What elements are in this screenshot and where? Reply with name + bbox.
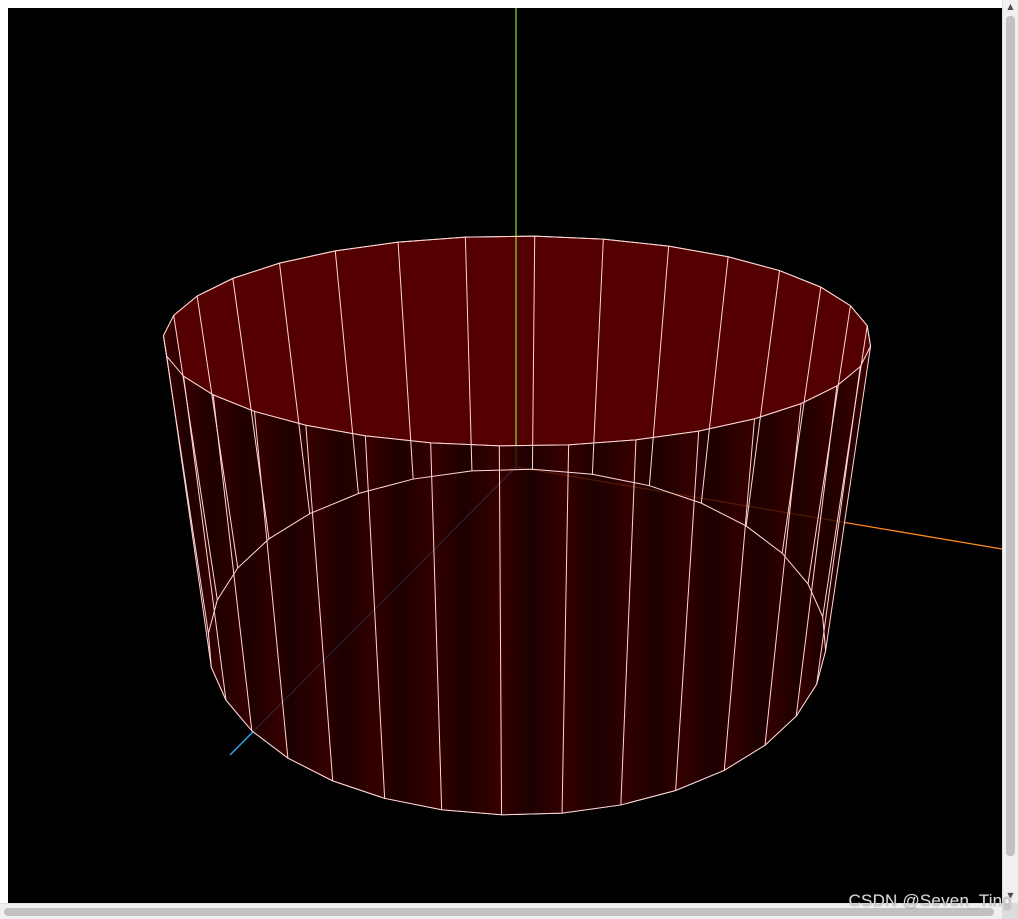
scroll-up-arrow[interactable]: ▲	[1003, 0, 1018, 14]
cylinder-scene	[162, 8, 1002, 816]
watermark: CSDN @Seven_Ting	[848, 891, 1012, 910]
front-wall-face	[430, 442, 502, 815]
vertical-scroll-thumb[interactable]	[1006, 16, 1015, 856]
vertical-scrollbar[interactable]: ▲ ▼	[1002, 0, 1018, 903]
horizontal-scroll-thumb[interactable]	[4, 908, 994, 916]
top-cap-face	[162, 235, 872, 447]
front-wall-face	[499, 444, 569, 815]
webgl-viewport[interactable]	[8, 8, 1002, 903]
